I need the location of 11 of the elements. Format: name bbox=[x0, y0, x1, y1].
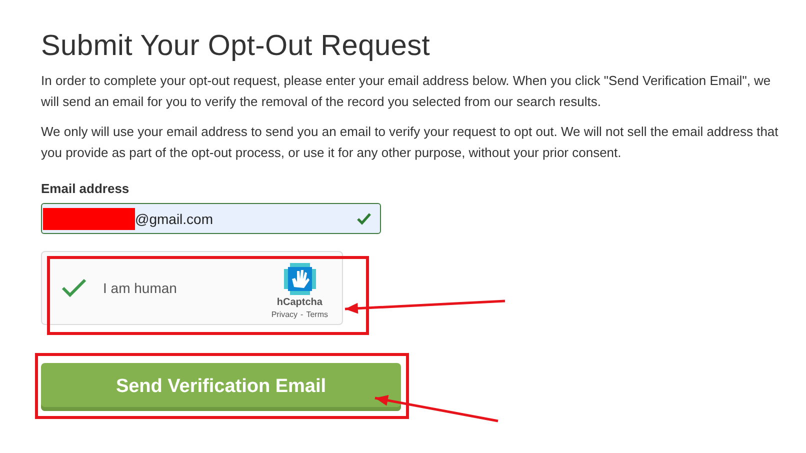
paragraph: In order to complete your opt-out request, please enter your email address below. When you click "Send Verification Email", we will send an email for you to verify the removal of the record you selected from our search results. bbox=[41, 72, 772, 111]
page-title: Submit Your Opt-Out Request bbox=[41, 30, 432, 63]
captcha-label: I am human bbox=[103, 280, 178, 296]
hand-logo-icon bbox=[284, 263, 316, 295]
separator: - bbox=[300, 310, 304, 319]
link[interactable]: Terms bbox=[306, 310, 328, 319]
field-label: Email address bbox=[41, 181, 130, 196]
email-field[interactable]: @gmail.com bbox=[41, 203, 381, 234]
paragraph: We only will use your email address to send you an email to verify your request to opt out. We will not sell the email address that you provide as part of the opt-out process, or use it for any other purpose, without your prior consent. bbox=[41, 123, 780, 162]
link[interactable]: Privacy bbox=[271, 310, 298, 319]
brand-name: hCaptcha bbox=[276, 297, 322, 308]
